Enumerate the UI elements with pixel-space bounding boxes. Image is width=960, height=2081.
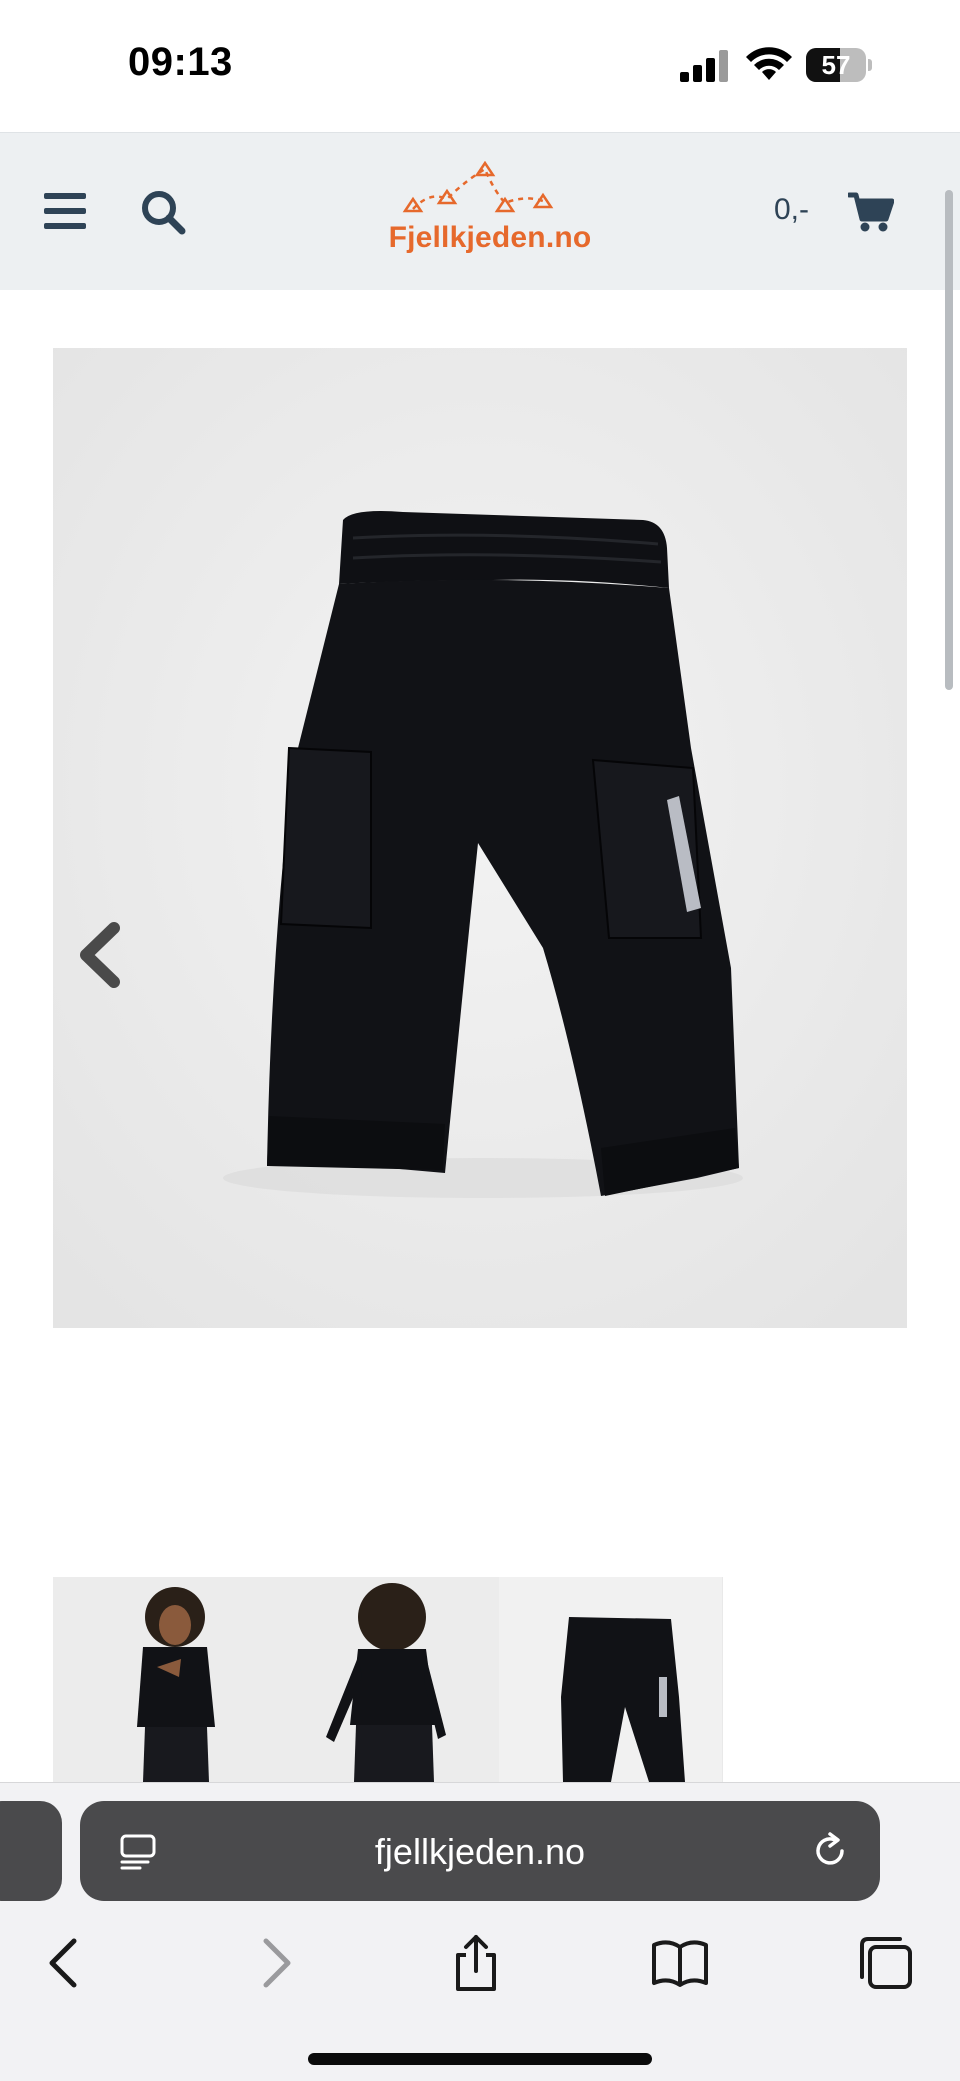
status-time: 09:13: [128, 40, 233, 84]
page-scrollbar[interactable]: [945, 190, 953, 690]
product-main-image[interactable]: [53, 348, 907, 1328]
cart-icon[interactable]: [848, 191, 894, 233]
menu-icon[interactable]: [44, 193, 86, 229]
bookmarks-icon[interactable]: [650, 1933, 710, 1993]
chevron-left-icon[interactable]: [74, 920, 124, 990]
battery-icon: 57: [806, 48, 872, 82]
mountain-logo-icon: [402, 160, 554, 213]
thumbnail-3[interactable]: [499, 1577, 722, 1782]
tabs-icon[interactable]: [856, 1933, 916, 1993]
address-bar[interactable]: fjellkjeden.no: [80, 1801, 880, 1901]
battery-level: 57: [821, 50, 851, 80]
share-icon[interactable]: [446, 1933, 506, 1993]
cart-total[interactable]: 0,-: [774, 193, 809, 227]
pants-thumbnail-image: [499, 1577, 722, 1782]
child-back-image: [276, 1577, 499, 1782]
reload-icon[interactable]: [810, 1831, 850, 1871]
url-text: fjellkjeden.no: [374, 1831, 586, 1872]
status-bar: 09:13 57: [0, 0, 960, 132]
site-logo[interactable]: Fjellkjeden.no: [385, 160, 595, 261]
cargo-pants-image: [53, 348, 907, 1328]
previous-tab-preview[interactable]: [0, 1801, 62, 1901]
site-header: Fjellkjeden.no 0,-: [0, 132, 960, 290]
thumbnail-1[interactable]: [53, 1577, 276, 1782]
home-indicator[interactable]: [308, 2053, 652, 2065]
back-icon[interactable]: [36, 1933, 96, 1993]
forward-icon[interactable]: [244, 1933, 304, 1993]
cellular-signal-icon: [680, 50, 728, 82]
child-front-image: [53, 1577, 276, 1782]
thumbnail-2[interactable]: [276, 1577, 499, 1782]
logo-text: Fjellkjeden.no: [388, 221, 592, 254]
wifi-icon: [746, 47, 792, 80]
browser-toolbar: fjellkjeden.no: [0, 1782, 960, 2081]
search-icon[interactable]: [140, 189, 186, 235]
thumbnail-strip: [53, 1577, 723, 1782]
